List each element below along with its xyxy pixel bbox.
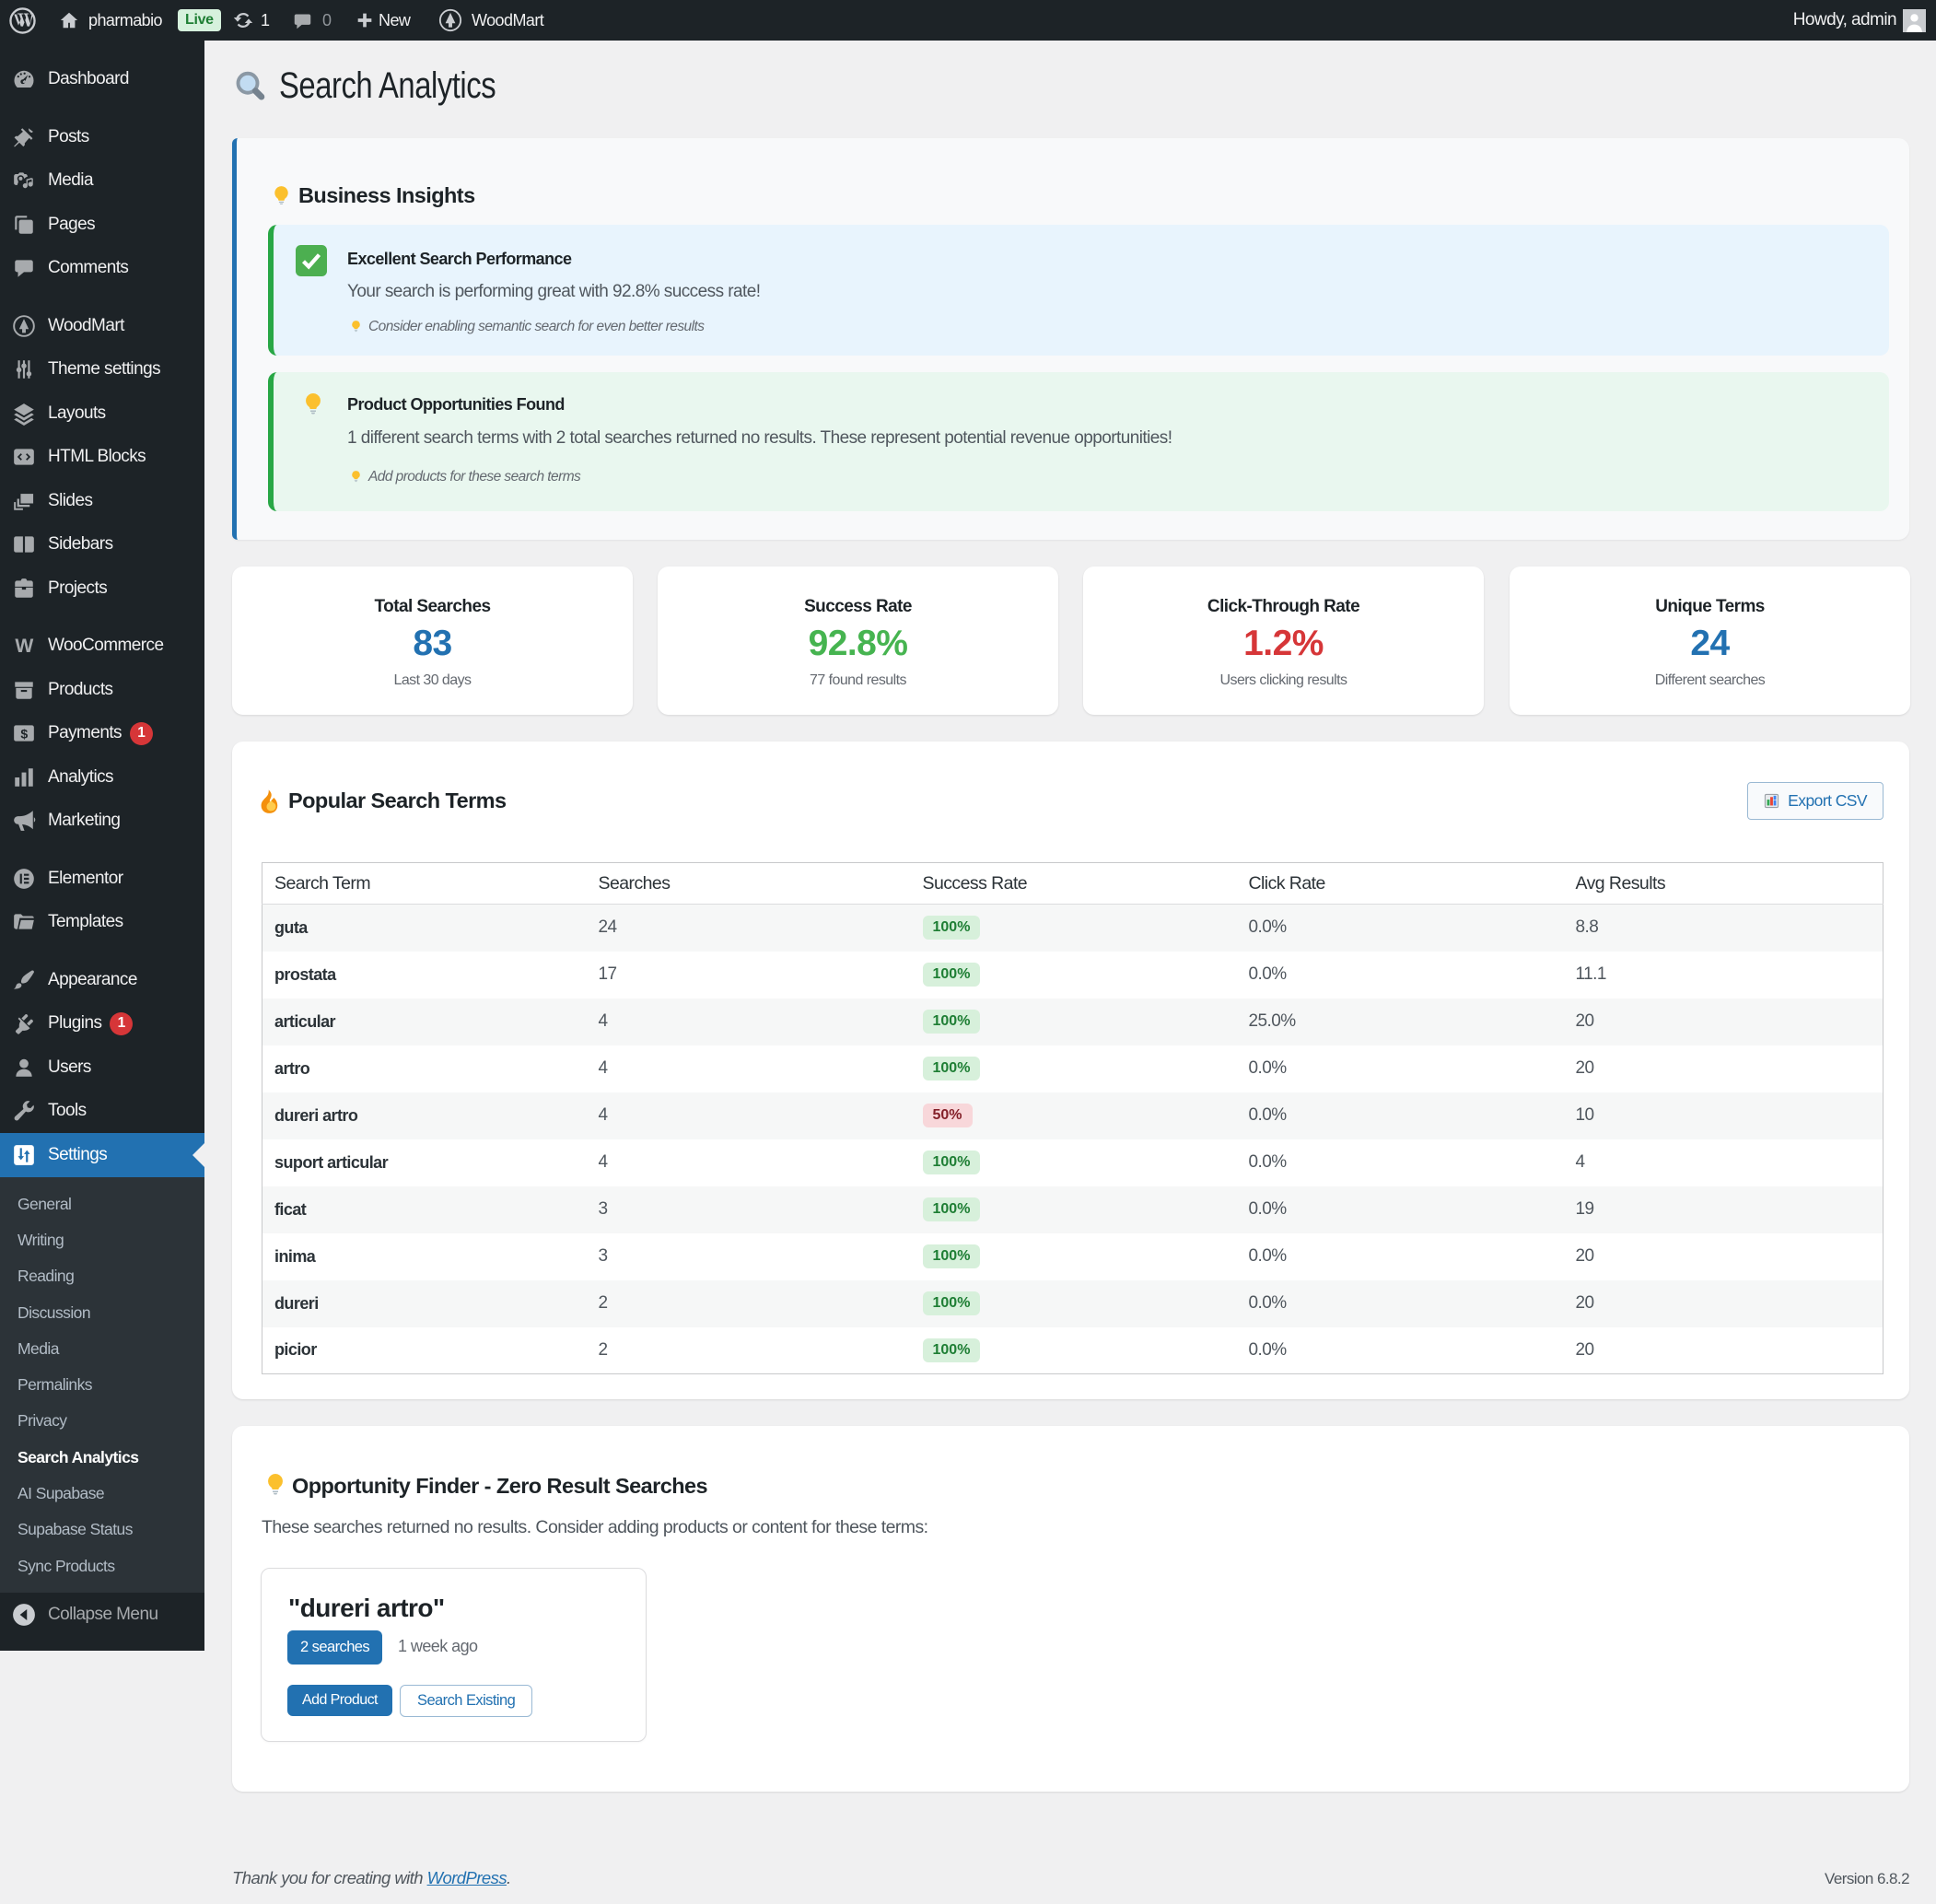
svg-text:W: W [15, 636, 33, 657]
svg-text:$: $ [20, 727, 28, 742]
